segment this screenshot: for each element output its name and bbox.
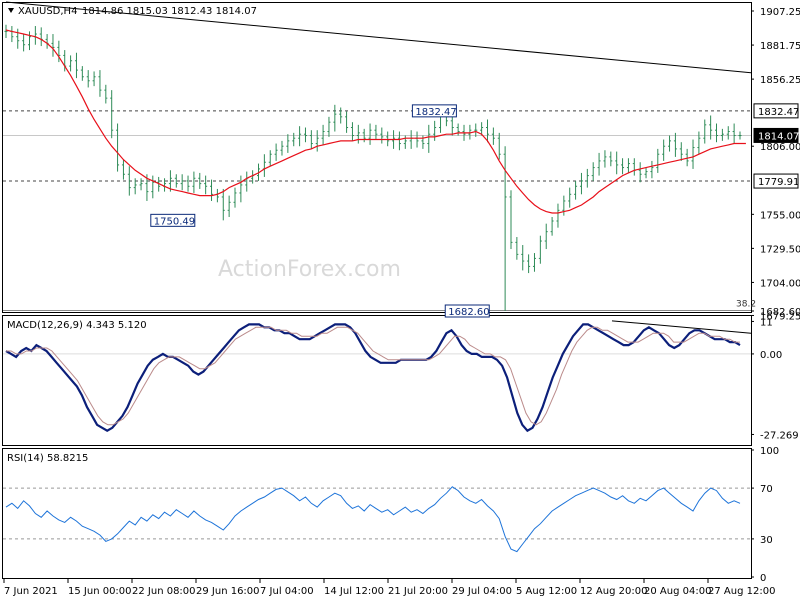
x-axis-tick: 14 Jul 12:00 [324,586,384,597]
price-axis-tick: 1806.00 [760,142,800,153]
price-axis-tick: 1814.07 [758,131,799,142]
macd-axis-tick: -27.269 [760,430,799,441]
x-axis-tick: 7 Jul 04:00 [260,586,314,597]
price-axis-tick: 1881.75 [760,41,800,52]
x-axis-tick: 7 Jun 2021 [4,586,58,597]
macd-label: MACD(12,26,9) 4.343 5.120 [7,320,147,331]
x-axis-tick: 22 Jun 08:00 [132,586,196,597]
price-axis-tick: 1755.00 [760,210,800,221]
chart-svg: XAUUSD,H4 1814.86 1815.03 1812.43 1814.0… [2,1,800,597]
fib-label: 38.2 [736,300,756,310]
rsi-panel-frame [2,448,752,579]
price-annotation-label: 1682.60 [448,307,489,318]
x-axis-tick: 21 Jul 20:00 [388,586,448,597]
x-axis-tick: 29 Jul 04:00 [452,586,512,597]
price-axis-tick: 1704.00 [760,278,800,289]
price-axis-tick: 1832.47 [758,107,799,118]
price-annotation-label: 1750.49 [154,216,195,227]
watermark: ActionForex.com [218,257,401,282]
x-axis-tick: 5 Aug 12:00 [516,586,577,597]
x-axis-tick: 27 Aug 12:00 [708,586,775,597]
rsi-axis-tick: 30 [760,535,773,546]
price-annotation-label: 1832.47 [415,107,456,118]
price-axis-tick: 1729.50 [760,244,800,255]
rsi-axis-tick: 0 [760,573,766,584]
rsi-axis-tick: 70 [760,484,773,495]
rsi-label: RSI(14) 58.8215 [7,453,88,464]
x-axis-tick: 12 Aug 20:00 [580,586,647,597]
trading-chart: XAUUSD,H4 1814.86 1815.03 1812.43 1814.0… [0,0,800,600]
x-axis-tick: 29 Jun 16:00 [196,586,260,597]
x-axis-tick: 20 Aug 04:00 [644,586,711,597]
macd-axis-tick: 0.00 [760,350,782,361]
price-axis-tick: 1907.25 [760,7,800,18]
price-axis-tick: 1779.91 [758,177,799,188]
rsi-axis-tick: 100 [760,446,779,457]
macd-axis-tick: 11 [760,317,773,328]
price-axis-tick: 1856.25 [760,75,800,86]
x-axis-tick: 15 Jun 00:00 [68,586,132,597]
